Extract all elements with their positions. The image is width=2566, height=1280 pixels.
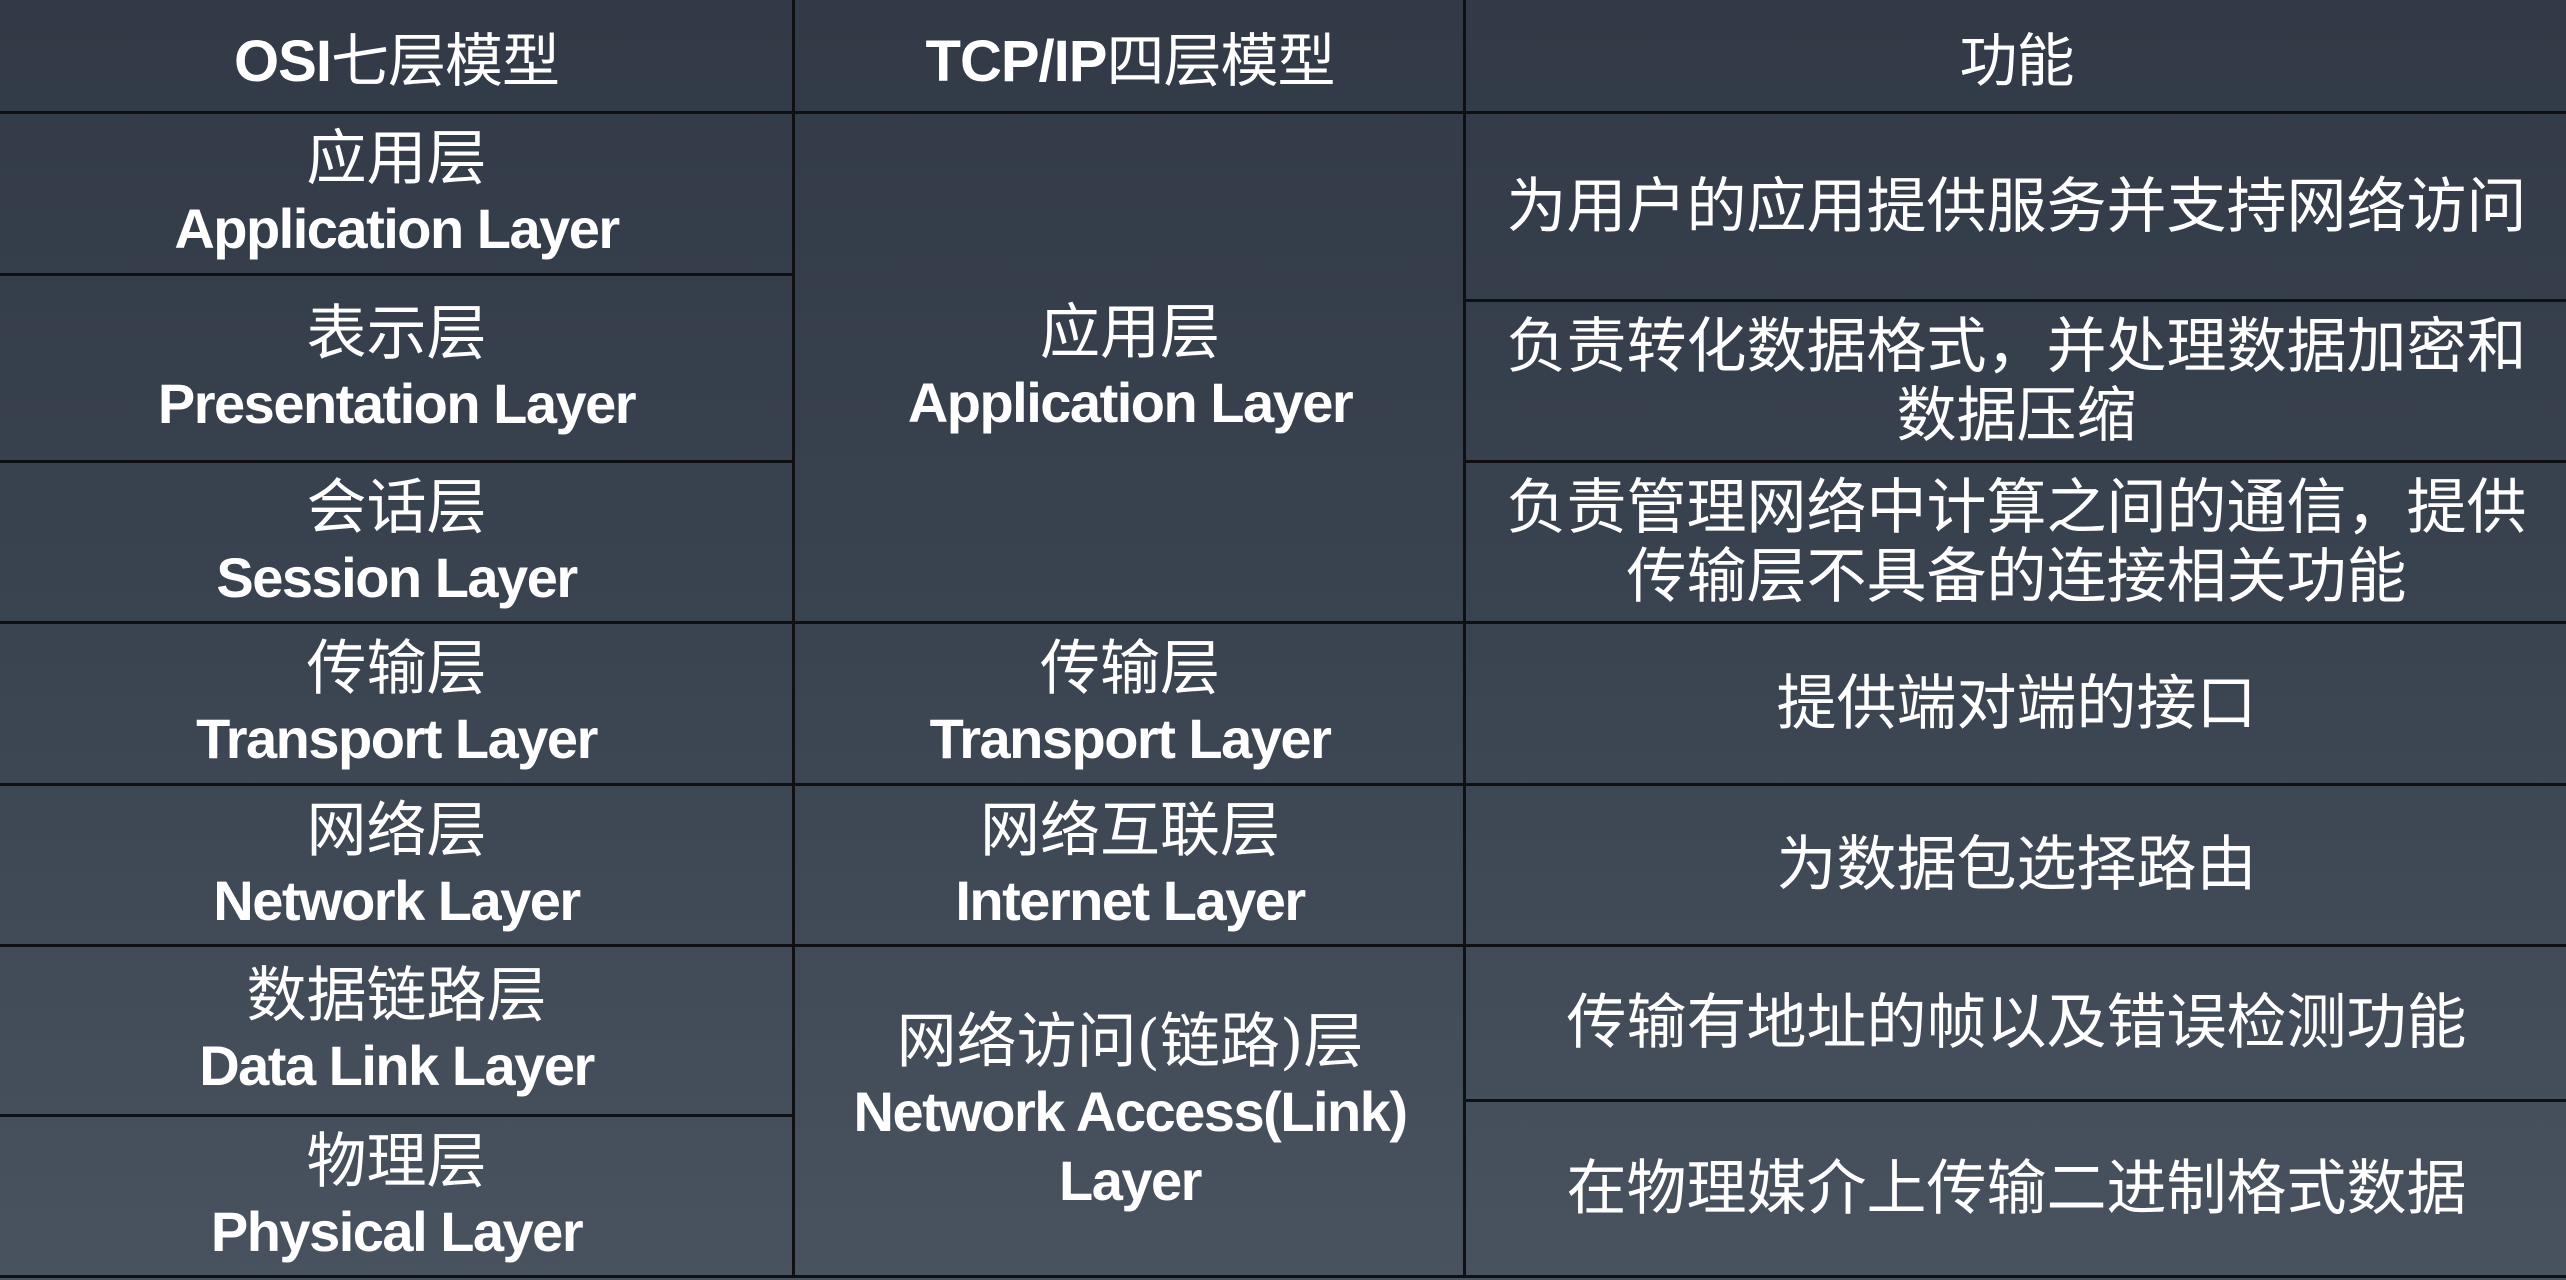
- header-osi-title: OSI七层模型: [234, 27, 560, 95]
- row-divider: [0, 783, 2566, 786]
- osi-layer-session: 会话层 Session Layer: [216, 472, 578, 609]
- header-tcpip-title: TCP/IP四层模型: [925, 27, 1336, 95]
- column-divider-1: [792, 0, 795, 1278]
- tcpip-layer-transport: 传输层 Transport Layer: [929, 634, 1332, 771]
- tcpip-layer-network-access: 网络访问(链路)层 Network Access(Link) Layer: [853, 1007, 1409, 1213]
- row-divider: [0, 460, 793, 463]
- header-divider: [0, 111, 2566, 114]
- header-tcpip: TCP/IP四层模型: [796, 0, 1464, 112]
- function-presentation: 负责转化数据格式，并处理数据加密和数据压缩: [1506, 311, 2527, 451]
- column-divider-2: [1463, 0, 1466, 1278]
- function-network: 为数据包选择路由: [1776, 830, 2257, 900]
- osi-layer-network: 网络层 Network Layer: [213, 795, 581, 932]
- osi-layer-data-link: 数据链路层 Data Link Layer: [199, 961, 595, 1098]
- row-divider: [1464, 1099, 2566, 1102]
- row-divider: [0, 944, 2566, 947]
- row-divider: [0, 273, 793, 276]
- function-session: 负责管理网络中计算之间的通信，提供传输层不具备的连接相关功能: [1506, 472, 2527, 612]
- row-divider: [1464, 460, 2566, 463]
- function-physical: 在物理媒介上传输二进制格式数据: [1566, 1153, 2467, 1224]
- tcpip-layer-internet: 网络互联层 Internet Layer: [955, 795, 1306, 932]
- osi-layer-presentation: 表示层 Presentation Layer: [157, 298, 637, 435]
- row-divider: [1464, 299, 2566, 302]
- osi-layer-transport: 传输层 Transport Layer: [196, 634, 598, 771]
- header-osi: OSI七层模型: [0, 0, 793, 112]
- table-bottom-border: [0, 1275, 2566, 1278]
- header-function: 功能: [1959, 27, 2074, 95]
- row-divider: [0, 1114, 793, 1117]
- function-transport: 提供端对端的接口: [1776, 668, 2257, 739]
- function-application: 为用户的应用提供服务并支持网络访问: [1506, 171, 2527, 242]
- tcpip-layer-application: 应用层 Application Layer: [907, 298, 1354, 435]
- row-divider: [0, 621, 2566, 624]
- osi-layer-application: 应用层 Application Layer: [174, 124, 620, 261]
- function-data-link: 传输有地址的帧以及错误检测功能: [1566, 988, 2467, 1058]
- osi-layer-physical: 物理层 Physical Layer: [210, 1126, 584, 1263]
